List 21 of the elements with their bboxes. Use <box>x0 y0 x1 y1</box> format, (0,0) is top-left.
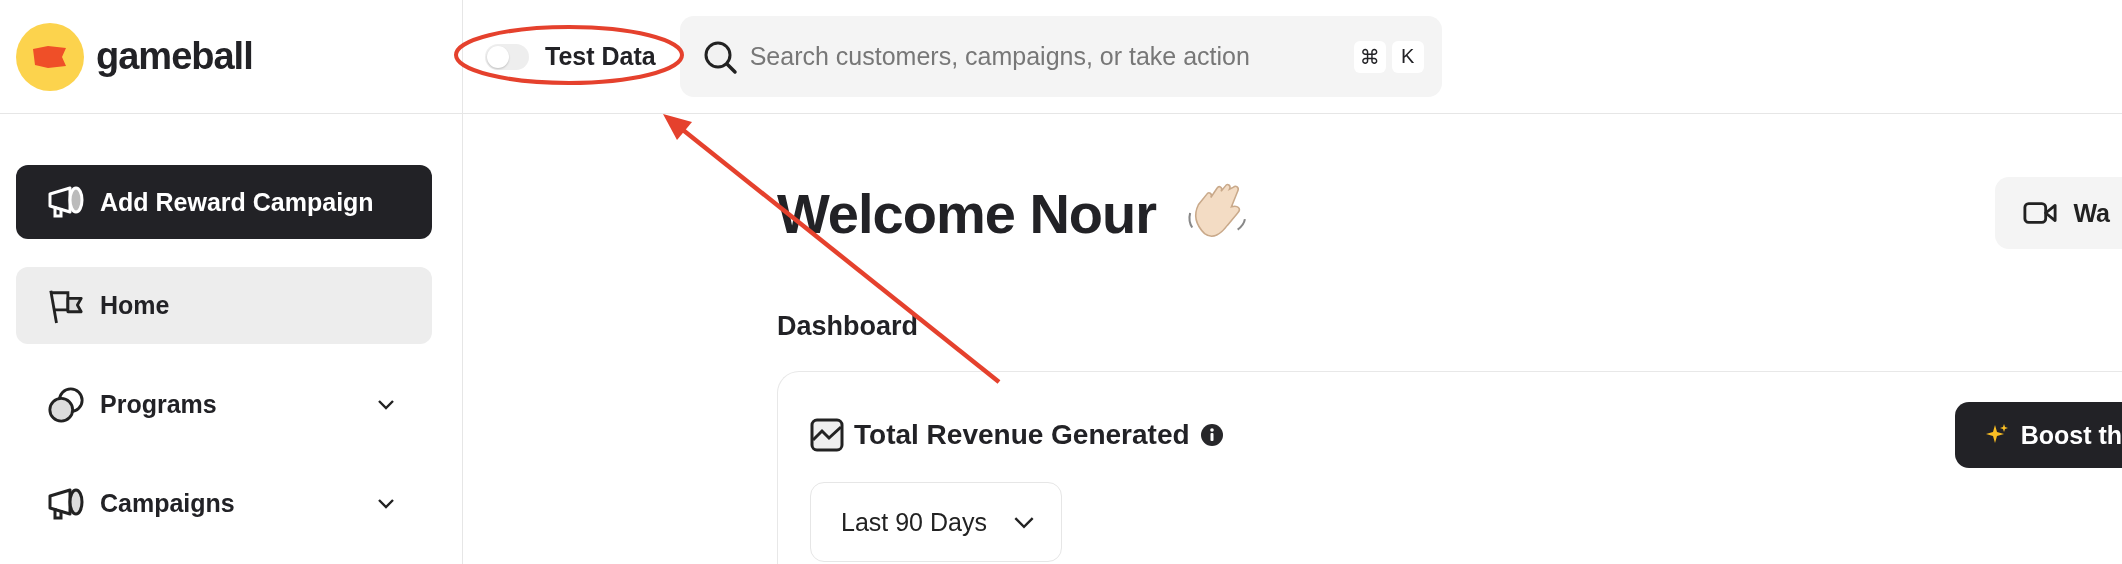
brand-name: gameball <box>96 35 253 78</box>
section-heading: Dashboard <box>777 311 920 342</box>
keyboard-key: K <box>1391 40 1424 73</box>
search-bar[interactable]: Search customers, campaigns, or take action ⌘ K <box>679 16 1442 97</box>
period-dropdown[interactable]: Last 90 Days <box>810 482 1062 562</box>
overlapping-circles-icon <box>46 385 86 424</box>
card-title: Total Revenue Generated <box>854 419 1190 451</box>
add-campaign-button[interactable]: Add Reward Campaign <box>16 165 432 240</box>
video-camera-icon <box>2023 200 2058 226</box>
test-data-toggle[interactable]: Test Data <box>483 34 656 79</box>
info-icon[interactable] <box>1199 423 1224 447</box>
chevron-down-icon <box>376 497 396 510</box>
sidebar-item[interactable]: Home <box>16 267 432 345</box>
search-field[interactable]: Search customers, campaigns, or take action <box>747 41 1344 72</box>
chart-icon <box>810 418 844 452</box>
chevron-down-icon <box>1012 515 1035 529</box>
logo-icon <box>16 22 84 91</box>
keyboard-key: ⌘ <box>1353 40 1386 73</box>
chevron-down-icon <box>376 398 396 411</box>
boost-button[interactable]: Boost th <box>1954 402 2122 468</box>
watch-button[interactable]: Wa <box>1995 177 2122 249</box>
